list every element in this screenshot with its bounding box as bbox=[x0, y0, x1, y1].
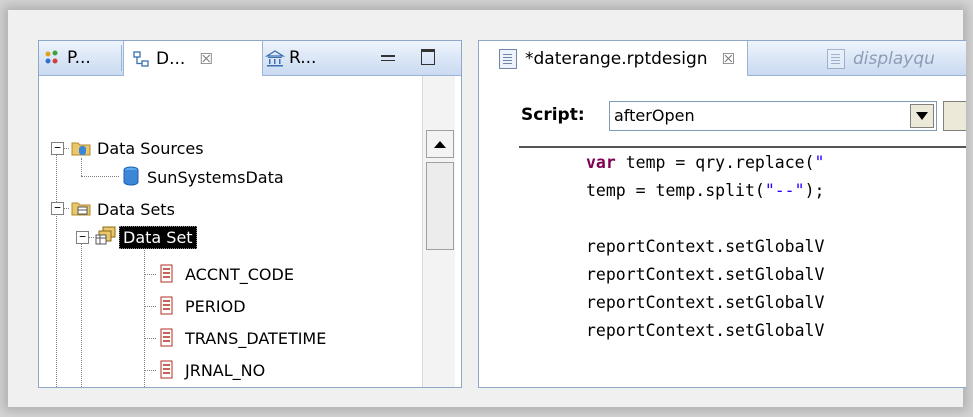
data-set-icon bbox=[95, 226, 116, 246]
toolbar-button[interactable] bbox=[943, 101, 966, 131]
tree-line bbox=[63, 148, 69, 149]
report-document-icon bbox=[499, 48, 517, 69]
code-text: temp = temp.split( bbox=[586, 181, 765, 200]
tree-line bbox=[144, 306, 156, 307]
arrow-up-icon bbox=[434, 141, 446, 148]
tab-close-icon[interactable]: ☒ bbox=[722, 50, 735, 68]
tree-item-label: PERIOD bbox=[185, 296, 246, 316]
tree-item-label: Data Sets bbox=[97, 199, 175, 219]
library-icon bbox=[264, 49, 286, 67]
script-event-dropdown[interactable]: afterOpen bbox=[609, 101, 937, 131]
data-explorer-panel: P... D... ☒ R... − Data Sources SunSyste… bbox=[38, 40, 462, 388]
database-icon bbox=[121, 166, 141, 186]
tab-palette-label: P... bbox=[67, 48, 91, 68]
data-sets-folder-icon bbox=[71, 198, 91, 218]
script-editor-panel: *daterange.rptdesign ☒ displayqu Script:… bbox=[478, 40, 966, 388]
tree-item-data-sources[interactable]: Data Sources bbox=[97, 135, 204, 161]
script-event-value: afterOpen bbox=[614, 106, 695, 125]
tab-label: displayqu bbox=[853, 48, 935, 69]
report-document-icon bbox=[827, 48, 845, 69]
tree-line bbox=[63, 208, 69, 209]
left-tab-bar: P... D... ☒ R... bbox=[39, 41, 461, 76]
tree-line bbox=[88, 237, 94, 238]
tree-item-label: JRNAL_NO bbox=[185, 360, 266, 380]
code-text: reportContext.setGlobalV bbox=[586, 237, 825, 256]
scroll-up-button[interactable] bbox=[426, 130, 454, 158]
tree-item-data-set[interactable]: Data Set bbox=[119, 224, 197, 250]
data-sources-folder-icon bbox=[71, 138, 91, 158]
tree-line bbox=[144, 274, 156, 275]
tree-item-label-selected: Data Set bbox=[119, 225, 197, 249]
tree-line bbox=[81, 243, 82, 387]
tab-separator bbox=[121, 45, 122, 71]
dropdown-button[interactable] bbox=[910, 104, 934, 128]
string-token: "--" bbox=[764, 181, 805, 200]
data-explorer-icon bbox=[132, 50, 150, 68]
scroll-thumb[interactable] bbox=[426, 162, 454, 250]
minimize-icon[interactable] bbox=[381, 55, 395, 61]
tree-item-column[interactable]: JRNAL_NO bbox=[185, 357, 265, 383]
column-icon bbox=[159, 360, 179, 380]
tree-line bbox=[81, 158, 82, 176]
tree-line bbox=[56, 214, 57, 387]
code-editor[interactable]: var temp = qry.replace(" temp = temp.spl… bbox=[586, 153, 824, 340]
code-text: reportContext.setGlobalV bbox=[586, 265, 825, 284]
keyword-token: var bbox=[586, 153, 616, 172]
script-label: Script: bbox=[521, 105, 585, 125]
palette-icon bbox=[43, 49, 61, 67]
editor-tab-bar: *daterange.rptdesign ☒ displayqu bbox=[479, 41, 966, 76]
window-frame: P... D... ☒ R... − Data Sources SunSyste… bbox=[0, 0, 973, 417]
tab-label: *daterange.rptdesign bbox=[525, 48, 708, 69]
tab-displayquery[interactable]: displayqu bbox=[827, 41, 935, 76]
tree-line bbox=[81, 176, 119, 177]
code-line: reportContext.setGlobalV bbox=[586, 265, 824, 284]
tree-item-column[interactable]: TRANS_DATETIME bbox=[185, 325, 326, 351]
chevron-down-icon bbox=[916, 112, 928, 120]
column-icon bbox=[159, 328, 179, 348]
tree-line bbox=[144, 248, 145, 387]
tree-item-sunsystemsdata[interactable]: SunSystemsData bbox=[147, 164, 284, 190]
tree-item-label: TRANS_DATETIME bbox=[185, 328, 327, 348]
code-line: reportContext.setGlobalV bbox=[586, 321, 824, 340]
tab-data-explorer[interactable]: D... ☒ bbox=[123, 41, 263, 76]
code-line: var temp = qry.replace(" bbox=[586, 153, 824, 172]
code-line: reportContext.setGlobalV bbox=[586, 237, 824, 256]
column-icon bbox=[159, 296, 179, 316]
tab-data-explorer-label: D... bbox=[156, 48, 186, 69]
tree-item-column[interactable]: PERIOD bbox=[185, 293, 246, 319]
string-token: " bbox=[814, 153, 825, 172]
script-selector-row: Script: afterOpen bbox=[479, 101, 966, 131]
column-icon bbox=[159, 264, 179, 284]
code-text: temp = qry.replace( bbox=[615, 153, 815, 172]
tab-daterange-rptdesign[interactable]: *daterange.rptdesign ☒ bbox=[479, 41, 748, 76]
tree-item-column[interactable]: ACCNT_CODE bbox=[185, 261, 294, 287]
tree-item-data-sets[interactable]: Data Sets bbox=[97, 196, 175, 222]
maximize-icon[interactable] bbox=[421, 49, 435, 65]
code-line: temp = temp.split("--"); bbox=[586, 181, 824, 200]
code-text: reportContext.setGlobalV bbox=[586, 293, 825, 312]
code-text: ); bbox=[804, 181, 825, 200]
tab-close-icon[interactable]: ☒ bbox=[199, 50, 212, 68]
tree-item-label: SunSystemsData bbox=[147, 167, 284, 187]
tab-resource-label: R... bbox=[289, 48, 317, 68]
data-tree: − Data Sources SunSystemsData − Data Set… bbox=[39, 76, 422, 387]
tree-item-label: ACCNT_CODE bbox=[185, 264, 294, 284]
tree-line bbox=[144, 338, 156, 339]
code-line: reportContext.setGlobalV bbox=[586, 293, 824, 312]
editor-divider bbox=[519, 146, 966, 148]
code-text: reportContext.setGlobalV bbox=[586, 321, 825, 340]
tree-item-label: Data Sources bbox=[97, 138, 204, 158]
tree-line bbox=[144, 370, 156, 371]
tab-palette[interactable]: P... bbox=[39, 41, 121, 75]
vertical-scrollbar[interactable] bbox=[422, 76, 455, 387]
tab-resource-explorer[interactable]: R... bbox=[257, 41, 355, 75]
